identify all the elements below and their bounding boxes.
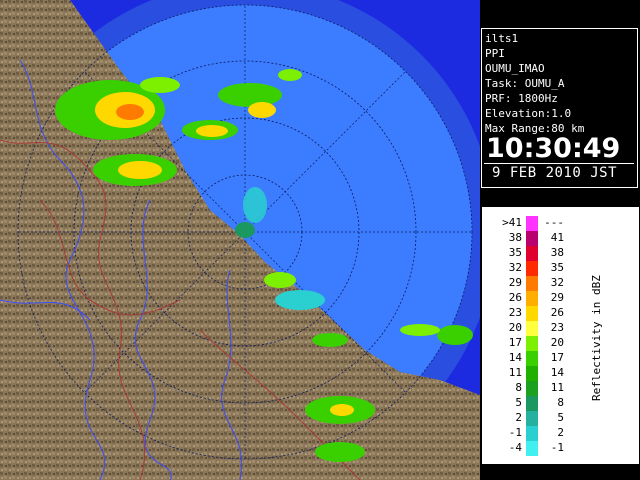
info-site: OUMU_IMAO bbox=[485, 62, 545, 75]
legend-upper-bound: 41 bbox=[550, 231, 564, 244]
legend-swatch bbox=[526, 306, 538, 321]
legend-swatch bbox=[526, 291, 538, 306]
legend-title: Reflectivity in dBZ bbox=[590, 275, 603, 401]
legend-swatch bbox=[526, 381, 538, 396]
legend-lower-bound: 29 bbox=[508, 276, 522, 289]
legend-lower-bound: 23 bbox=[508, 306, 522, 319]
legend-lower-bound: 5 bbox=[515, 396, 522, 409]
legend-upper-bound: 29 bbox=[550, 291, 564, 304]
legend-upper-bound: 35 bbox=[550, 261, 564, 274]
legend-panel: >41 --- 38 41 35 38 32 35 29 32 26 29 23 26 20 23 17 20 14… bbox=[482, 207, 639, 464]
legend-upper-bound: 38 bbox=[550, 246, 564, 259]
legend-lower-bound: -4 bbox=[508, 441, 522, 454]
info-prf: PRF: 1800Hz bbox=[485, 92, 558, 105]
info-elevation: Elevation:1.0 bbox=[485, 107, 572, 120]
legend-swatch bbox=[526, 246, 538, 261]
legend-upper-bound: 14 bbox=[550, 366, 564, 379]
radar-map bbox=[0, 0, 480, 480]
legend-swatch bbox=[526, 426, 538, 441]
legend-upper-bound: 8 bbox=[557, 396, 564, 409]
legend-swatch bbox=[526, 261, 538, 276]
legend-body: >41 --- 38 41 35 38 32 35 29 32 26 29 23 26 20 23 17 20 14… bbox=[486, 211, 635, 460]
date-divider bbox=[484, 163, 634, 164]
legend-swatch bbox=[526, 441, 538, 456]
info-panel: ilts1 PPI OUMU_IMAO Task: OUMU_A PRF: 18… bbox=[481, 28, 638, 188]
info-task: Task: OUMU_A bbox=[485, 77, 565, 90]
legend-upper-bound: 17 bbox=[550, 351, 564, 364]
legend-upper-bound: 26 bbox=[550, 306, 564, 319]
legend-upper-bound: 23 bbox=[550, 321, 564, 334]
legend-lower-bound: 20 bbox=[508, 321, 522, 334]
legend-swatch bbox=[526, 366, 538, 381]
legend-swatch bbox=[526, 231, 538, 246]
observation-time: 10:30:49 bbox=[486, 133, 621, 164]
legend-upper-bound: 5 bbox=[557, 411, 564, 424]
legend-lower-bound: -1 bbox=[508, 426, 522, 439]
legend-lower-bound: 14 bbox=[508, 351, 522, 364]
legend-swatch bbox=[526, 336, 538, 351]
legend-upper-bound: 32 bbox=[550, 276, 564, 289]
legend-lower-bound: 38 bbox=[508, 231, 522, 244]
legend-swatch bbox=[526, 411, 538, 426]
legend-lower-bound: 8 bbox=[515, 381, 522, 394]
legend-swatch bbox=[526, 276, 538, 291]
legend-lower-bound: >41 bbox=[502, 216, 522, 229]
legend-swatch bbox=[526, 396, 538, 411]
legend-lower-bound: 26 bbox=[508, 291, 522, 304]
legend-upper-bound: 11 bbox=[550, 381, 564, 394]
legend-lower-bound: 11 bbox=[508, 366, 522, 379]
legend-swatch bbox=[526, 351, 538, 366]
legend-lower-bound: 35 bbox=[508, 246, 522, 259]
legend-lower-bound: 17 bbox=[508, 336, 522, 349]
legend-upper-bound: 20 bbox=[550, 336, 564, 349]
legend-lower-bound: 32 bbox=[508, 261, 522, 274]
legend-swatch bbox=[526, 321, 538, 336]
info-station-id: ilts1 bbox=[485, 32, 519, 45]
legend-lower-bound: 2 bbox=[515, 411, 522, 424]
legend-upper-bound: --- bbox=[544, 216, 564, 229]
legend-upper-bound: -1 bbox=[550, 441, 564, 454]
observation-date: 9 FEB 2010 JST bbox=[492, 165, 618, 181]
legend-swatch bbox=[526, 216, 538, 231]
info-scan-mode: PPI bbox=[485, 47, 505, 60]
legend-upper-bound: 2 bbox=[557, 426, 564, 439]
